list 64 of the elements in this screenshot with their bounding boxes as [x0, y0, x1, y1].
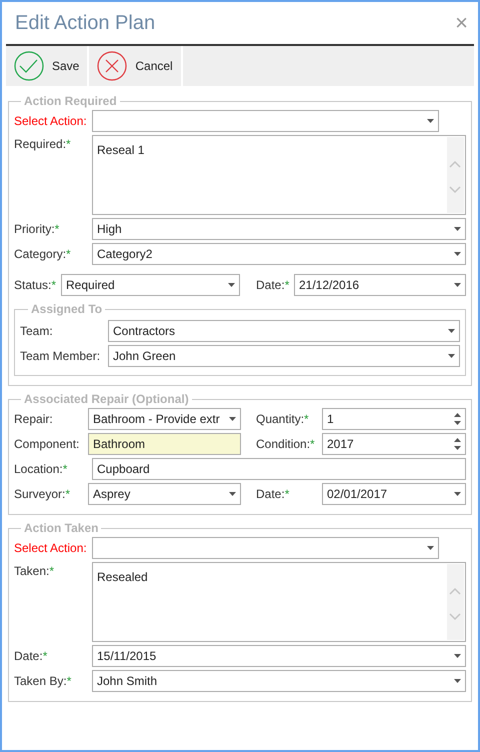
dropdown-field[interactable]: Required [61, 274, 240, 296]
field-label: Quantity:* [256, 411, 310, 428]
dropdown-caret-icon [427, 119, 434, 123]
scrollbar-arrows-icon [447, 564, 464, 640]
dropdown-caret-icon [454, 283, 461, 287]
field-label: Location:* [14, 461, 68, 478]
number-field[interactable]: 2017 [322, 433, 466, 455]
field-label: Category:* [14, 246, 72, 263]
field-label: Status:* [14, 277, 58, 294]
field-label: Team: [20, 323, 54, 340]
dropdown-field[interactable]: Contractors [108, 320, 460, 342]
field-label: Select Action: [14, 113, 88, 130]
save-button[interactable]: Save [6, 46, 90, 86]
dropdown-caret-icon [229, 492, 236, 496]
text-area[interactable]: Resealed [92, 562, 466, 642]
text-field[interactable]: Bathroom [88, 433, 241, 455]
dropdown-field[interactable] [92, 537, 439, 559]
checkmark-icon [14, 51, 44, 81]
dropdown-field[interactable]: 21/12/2016 [294, 274, 466, 296]
dropdown-field[interactable]: Category2 [92, 243, 466, 265]
close-icon [97, 51, 128, 81]
window-title: Edit Action Plan [15, 11, 156, 36]
field-label: Priority:* [14, 221, 60, 238]
field-label: Date:* [256, 486, 290, 503]
group-title: Action Taken [23, 520, 100, 537]
scrollbar-arrows-icon [447, 137, 464, 213]
text-field[interactable]: Cupboard [92, 458, 466, 480]
field-label: Condition:* [256, 436, 316, 453]
dropdown-field[interactable]: High [92, 218, 466, 240]
dropdown-field[interactable]: Bathroom - Provide extr [88, 408, 241, 430]
dropdown-field[interactable]: Asprey [88, 483, 241, 505]
cancel-button[interactable]: Cancel [89, 46, 183, 86]
field-label: Select Action: [14, 540, 88, 557]
dropdown-caret-icon [448, 329, 455, 333]
field-label: Required:* [14, 136, 72, 153]
dropdown-caret-icon [229, 417, 236, 421]
dropdown-field[interactable]: 02/01/2017 [322, 483, 466, 505]
field-label: Taken:* [14, 563, 56, 580]
dropdown-caret-icon [454, 492, 461, 496]
group-title: Associated Repair (Optional) [23, 391, 190, 408]
group-title: Action Required [23, 93, 118, 110]
field-label: Surveyor:* [14, 486, 72, 503]
dropdown-field[interactable]: John Green [108, 345, 460, 367]
text-area[interactable]: Reseal 1 [92, 135, 466, 215]
field-label: Date:* [256, 277, 290, 294]
dropdown-field[interactable]: 15/11/2015 [92, 645, 466, 667]
dropdown-field[interactable]: John Smith [92, 670, 466, 692]
dropdown-caret-icon [427, 546, 434, 550]
dropdown-caret-icon [228, 283, 235, 287]
dropdown-caret-icon [454, 654, 461, 658]
field-label: Date:* [14, 648, 48, 665]
spin-arrows-icon [454, 437, 461, 451]
number-field[interactable]: 1 [322, 408, 466, 430]
field-label: Taken By:* [14, 673, 72, 690]
dropdown-caret-icon [448, 354, 455, 358]
field-label: Repair: [14, 411, 54, 428]
dropdown-caret-icon [454, 679, 461, 683]
field-label: Component: [14, 436, 80, 453]
spin-arrows-icon [454, 412, 461, 426]
dropdown-caret-icon [454, 252, 461, 256]
dropdown-field[interactable] [92, 110, 439, 132]
dropdown-caret-icon [454, 227, 461, 231]
field-label: Team Member: [20, 348, 102, 365]
group-title: Assigned To [30, 301, 104, 318]
